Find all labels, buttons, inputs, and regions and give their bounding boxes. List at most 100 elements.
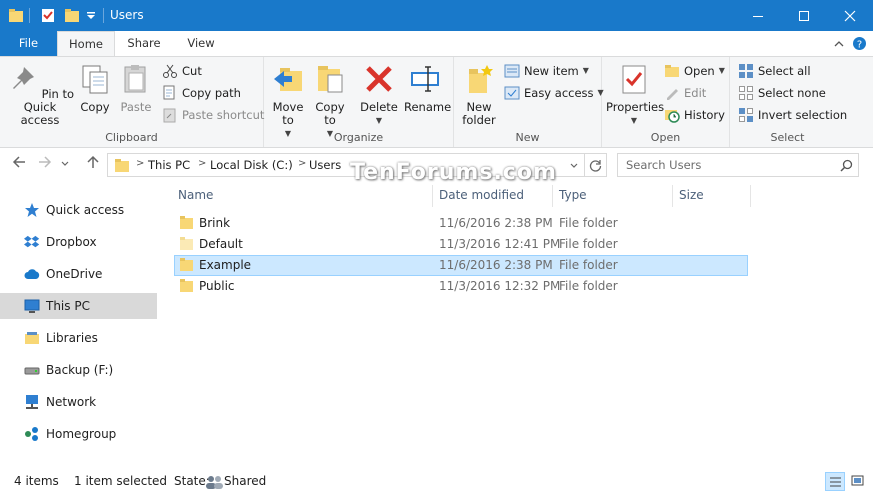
address-dropdown-icon[interactable] (569, 161, 579, 171)
nav-item-onedrive[interactable]: OneDrive (0, 261, 157, 287)
column-header-type[interactable]: Type (559, 183, 587, 207)
paste-button[interactable]: Paste (118, 61, 154, 114)
pin-to-quick-access-button[interactable]: Pin to Quick access (4, 61, 76, 127)
minimize-ribbon-icon[interactable] (834, 39, 844, 49)
column-header-size[interactable]: Size (679, 183, 704, 207)
search-icon[interactable] (840, 159, 853, 172)
delete-button[interactable]: Delete ▼ (360, 61, 398, 127)
folder-icon (180, 216, 193, 229)
breadcrumb-this-pc[interactable]: This PC (148, 158, 190, 172)
nav-item-this-pc[interactable]: This PC (0, 293, 157, 319)
tab-file[interactable]: File (0, 31, 57, 56)
cut-button[interactable]: Cut (162, 61, 202, 81)
tab-share[interactable]: Share (119, 31, 169, 56)
column-separator[interactable] (432, 185, 433, 207)
computer-icon (24, 299, 40, 313)
column-header-date[interactable]: Date modified (439, 183, 524, 207)
new-folder-button[interactable]: New folder (460, 61, 498, 127)
open-group: Properties ▼ Open ▼ Edit History Open (602, 57, 730, 147)
search-box[interactable]: Search Users (617, 153, 859, 177)
nav-item-quick-access[interactable]: Quick access (0, 197, 157, 223)
copy-to-icon (318, 66, 343, 93)
move-to-button[interactable]: Move to ▼ (270, 61, 306, 140)
recent-locations-button[interactable] (58, 154, 72, 176)
new-item-icon (504, 64, 520, 78)
back-button[interactable] (8, 154, 30, 176)
nav-label: Backup (F:) (46, 363, 114, 377)
nav-label: Homegroup (46, 427, 117, 441)
file-row-brink[interactable]: Brink 11/6/2016 2:38 PM File folder (174, 213, 748, 234)
nav-item-libraries[interactable]: Libraries (0, 325, 157, 351)
clipboard-group: Pin to Quick access Copy Paste Cut Copy … (0, 57, 264, 147)
select-all-button[interactable]: Select all (738, 61, 811, 81)
large-icons-view-button[interactable] (848, 472, 868, 491)
customize-quick-access-icon[interactable] (86, 11, 96, 28)
file-row-example[interactable]: Example 11/6/2016 2:38 PM File folder (174, 255, 748, 276)
refresh-button[interactable] (585, 153, 607, 177)
separator (103, 8, 104, 23)
selection-count: 1 item selected (74, 474, 168, 488)
copy-button[interactable]: Copy (78, 61, 112, 114)
svg-text:?: ? (857, 40, 862, 51)
search-placeholder: Search Users (626, 158, 702, 172)
file-name: Brink (199, 216, 231, 230)
forward-button[interactable] (34, 154, 56, 176)
new-group: New folder New item ▼ Easy access ▼ New (454, 57, 604, 147)
nav-label: Dropbox (46, 235, 97, 249)
file-row-public[interactable]: Public 11/3/2016 12:32 PM File folder (174, 276, 748, 297)
file-type: File folder (559, 258, 618, 272)
tab-view[interactable]: View (176, 31, 226, 56)
column-separator[interactable] (552, 185, 553, 207)
edit-button[interactable]: Edit (664, 83, 706, 103)
open-group-label: Open (650, 131, 681, 144)
details-view-button[interactable] (825, 472, 845, 491)
new-folder-quick-icon[interactable] (64, 7, 80, 24)
nav-item-backup[interactable]: Backup (F:) (0, 357, 157, 383)
nav-label: Quick access (46, 203, 125, 217)
copy-to-button[interactable]: Copy to ▼ (312, 61, 348, 140)
nav-item-homegroup[interactable]: Homegroup (0, 421, 157, 447)
select-none-button[interactable]: Select none (738, 83, 826, 103)
star-icon (25, 203, 39, 217)
column-separator[interactable] (750, 185, 751, 207)
breadcrumb-separator[interactable]: > (136, 158, 144, 169)
minimize-button[interactable] (735, 0, 781, 31)
breadcrumb-separator[interactable]: > (198, 158, 206, 169)
up-button[interactable] (82, 154, 104, 176)
copy-label: Copy (80, 100, 110, 114)
open-button[interactable]: Open ▼ (664, 61, 725, 81)
navigation-pane: Quick access Dropbox OneDrive This PC Li… (0, 185, 160, 465)
invert-selection-button[interactable]: Invert selection (738, 105, 847, 125)
select-group-label: Select (770, 131, 805, 144)
file-row-default[interactable]: Default 11/3/2016 12:41 PM File folder (174, 234, 748, 255)
paste-shortcut-button[interactable]: Paste shortcut (162, 105, 264, 125)
tab-home[interactable]: Home (57, 31, 115, 57)
status-bar: 4 items 1 item selected State: Shared (0, 470, 873, 494)
maximize-icon (799, 10, 809, 21)
nav-label: Network (46, 395, 97, 409)
new-folder-icon (469, 65, 493, 93)
breadcrumb-local-disk[interactable]: Local Disk (C:) (210, 158, 293, 172)
history-button[interactable]: History (664, 105, 725, 125)
nav-item-dropbox[interactable]: Dropbox (0, 229, 157, 255)
invert-selection-label: Invert selection (758, 108, 848, 122)
easy-access-button[interactable]: Easy access ▼ (504, 83, 604, 103)
nav-label: Libraries (46, 331, 98, 345)
nav-item-network[interactable]: Network (0, 389, 157, 415)
breadcrumb-users[interactable]: Users (309, 158, 341, 172)
maximize-button[interactable] (781, 0, 827, 31)
close-button[interactable] (827, 0, 873, 31)
new-item-button[interactable]: New item ▼ (504, 61, 589, 81)
breadcrumb-separator[interactable]: > (298, 158, 306, 169)
copy-path-button[interactable]: Copy path (162, 83, 241, 103)
rename-button[interactable]: Rename (404, 61, 451, 114)
shared-users-icon (206, 476, 223, 489)
properties-quick-icon[interactable] (40, 7, 56, 24)
item-count: 4 items (14, 474, 59, 488)
help-icon[interactable]: ? (852, 36, 867, 51)
column-header-name[interactable]: Name (178, 183, 213, 207)
pin-icon (12, 67, 34, 89)
properties-button[interactable]: Properties ▼ (606, 61, 664, 127)
folder-icon (180, 279, 193, 292)
column-separator[interactable] (672, 185, 673, 207)
